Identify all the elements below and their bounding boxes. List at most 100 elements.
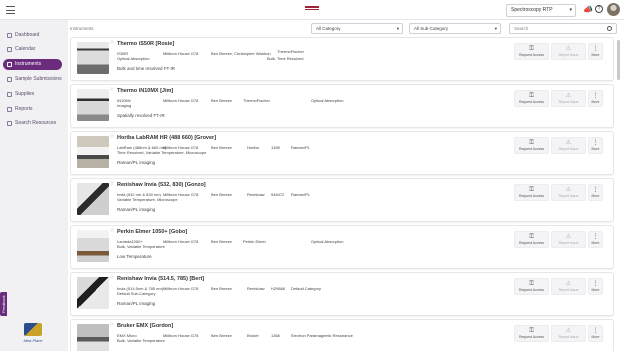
report-issue-button[interactable]: ⚠ Report Issue [551,325,586,342]
instrument-description: Raman/PL imaging [117,160,156,165]
sidebar-item-search-resources[interactable]: Search Resources [3,118,62,129]
instrument-title[interactable]: Renishaw Invia (532, 830) [Gonzo] [117,182,206,188]
instrument-photo [77,89,109,121]
sidebar-item-sample-submissions[interactable]: Sample Submissions [3,74,62,85]
sub-category-select[interactable]: All Sub-Category ▾ [409,23,501,34]
more-button[interactable]: ⋮ More [588,184,603,201]
request-access-label: Request Access [518,147,545,151]
more-button[interactable]: ⋮ More [588,325,603,342]
report-issue-button[interactable]: ⚠ Report Issue [551,137,586,154]
sidebar-item-label: Reports [15,106,33,112]
sidebar-item-supplies[interactable]: Supplies [3,89,62,100]
more-button[interactable]: ⋮ More [588,278,603,295]
instrument-description: Raman/PL imaging [117,207,156,212]
report-issue-button[interactable]: ⚠ Report Issue [551,184,586,201]
report-issue-button[interactable]: ⚠ Report Issue [551,43,586,60]
instrument-category: Raman/PL [291,192,310,197]
instruments-icon [7,62,12,67]
instrument-location: Millburn House G78 [163,239,199,244]
more-button[interactable]: ⋮ More [588,90,603,107]
instrument-title[interactable]: Renishaw Invia (514.5, 785) [Bert] [117,276,204,282]
heart-icon[interactable]: ♡ [110,134,114,139]
instrument-card[interactable]: ♡ Bruker EMX [Gordon] EMX Micro Millburn… [70,319,614,351]
instrument-photo [77,136,109,168]
category-select[interactable]: All Category ▾ [311,23,403,34]
report-issue-label: Report Issue [558,241,579,245]
warning-icon: ⚠ [565,281,572,287]
sidebar-item-label: Search Resources [15,120,57,126]
instrument-title[interactable]: Thermo iN10MX [Jim] [117,88,173,94]
request-access-button[interactable]: ⚿ Request Access [514,231,549,248]
instrument-card[interactable]: ♡ Renishaw Invia (532, 830) [Gonzo] Invi… [70,178,614,222]
instrument-title[interactable]: Thermo iS50R [Rosie] [117,41,174,47]
app-logo [305,6,319,12]
sidebar-item-dashboard[interactable]: Dashboard [3,30,62,41]
search-icon [7,121,12,126]
more-button[interactable]: ⋮ More [588,137,603,154]
megaphone-icon[interactable]: 📣 [583,5,593,14]
instrument-card[interactable]: ♡ Renishaw Invia (514.5, 785) [Bert] Inv… [70,272,614,316]
reports-icon [7,107,12,112]
heart-icon[interactable]: ♡ [110,228,114,233]
heart-icon[interactable]: ♡ [110,87,114,92]
request-access-button[interactable]: ⚿ Request Access [514,325,549,342]
instrument-maker: ThermoFischer [277,49,304,54]
key-icon: ⚿ [529,328,534,334]
hamburger-icon[interactable] [6,6,15,14]
kebab-icon: ⋮ [592,234,599,240]
instrument-subcategory: Time Resolved, Variable Temperature, Mic… [117,150,207,155]
instrument-maker: Bruker [247,333,259,338]
more-button[interactable]: ⋮ More [588,43,603,60]
site-selector[interactable]: Spectroscopy RTP ▾ [506,4,576,17]
heart-icon[interactable]: ♡ [110,181,114,186]
search-input[interactable]: Search [509,23,617,34]
kebab-icon: ⋮ [592,281,599,287]
instrument-card[interactable]: ♡ Perkin Elmer 1050+ [Gobo] Lambda1050+ … [70,225,614,269]
scrollbar-thumb[interactable] [617,40,620,80]
feedback-tab[interactable]: Feedback [0,292,7,316]
instrument-title[interactable]: Bruker EMX [Gordon] [117,323,173,329]
report-issue-label: Report Issue [558,147,579,151]
instrument-maker: Renishaw [247,286,265,291]
instrument-people: Ben Breeze [211,239,232,244]
instrument-card[interactable]: ♡ Thermo iS50R [Rosie] IS50R Millburn Ho… [70,37,614,81]
kebab-icon: ⋮ [592,140,599,146]
report-issue-label: Report Issue [558,288,579,292]
heart-icon[interactable]: ♡ [110,322,114,327]
report-issue-button[interactable]: ⚠ Report Issue [551,231,586,248]
more-button[interactable]: ⋮ More [588,231,603,248]
instrument-maker: Perkin Elmer [243,239,266,244]
instrument-list: ♡ Thermo iS50R [Rosie] IS50R Millburn Ho… [70,37,614,351]
instrument-category: Default Category [291,286,322,291]
instrument-people: Ben Breeze, Christopher Waldron [211,51,271,56]
instrument-people: Ben Breeze [211,145,232,150]
instrument-title[interactable]: Horiba LabRAM HR (488 660) [Grover] [117,135,216,141]
request-access-button[interactable]: ⚿ Request Access [514,137,549,154]
instrument-photo [77,42,109,74]
breadcrumb: Instruments [70,26,94,31]
heart-icon[interactable]: ♡ [110,40,114,45]
request-access-button[interactable]: ⚿ Request Access [514,184,549,201]
sidebar-item-instruments[interactable]: Instruments [3,59,62,70]
instrument-card[interactable]: ♡ Thermo iN10MX [Jim] IN10Mx Millburn Ho… [70,84,614,128]
request-access-button[interactable]: ⚿ Request Access [514,90,549,107]
heart-icon[interactable]: ♡ [110,275,114,280]
key-icon: ⚿ [529,281,534,287]
request-access-button[interactable]: ⚿ Request Access [514,278,549,295]
request-access-label: Request Access [518,194,545,198]
report-issue-button[interactable]: ⚠ Report Issue [551,278,586,295]
report-issue-button[interactable]: ⚠ Report Issue [551,90,586,107]
sidebar-item-reports[interactable]: Reports [3,104,62,115]
top-bar: Spectroscopy RTP ▾ 📣 ? [0,0,624,20]
instrument-subcategory: Default Sub-Category [117,291,156,296]
user-avatar[interactable] [607,3,620,16]
sidebar-item-calendar[interactable]: Calendar [3,44,62,55]
help-icon[interactable]: ? [595,5,603,13]
instrument-title[interactable]: Perkin Elmer 1050+ [Gobo] [117,229,187,235]
instrument-code: 1366 [271,333,280,338]
instrument-description: Raman/PL imaging [117,301,156,306]
sidebar-item-label: Instruments [15,61,42,67]
request-access-button[interactable]: ⚿ Request Access [514,43,549,60]
scrollbar[interactable] [616,38,621,350]
instrument-card[interactable]: ♡ Horiba LabRAM HR (488 660) [Grover] La… [70,131,614,175]
